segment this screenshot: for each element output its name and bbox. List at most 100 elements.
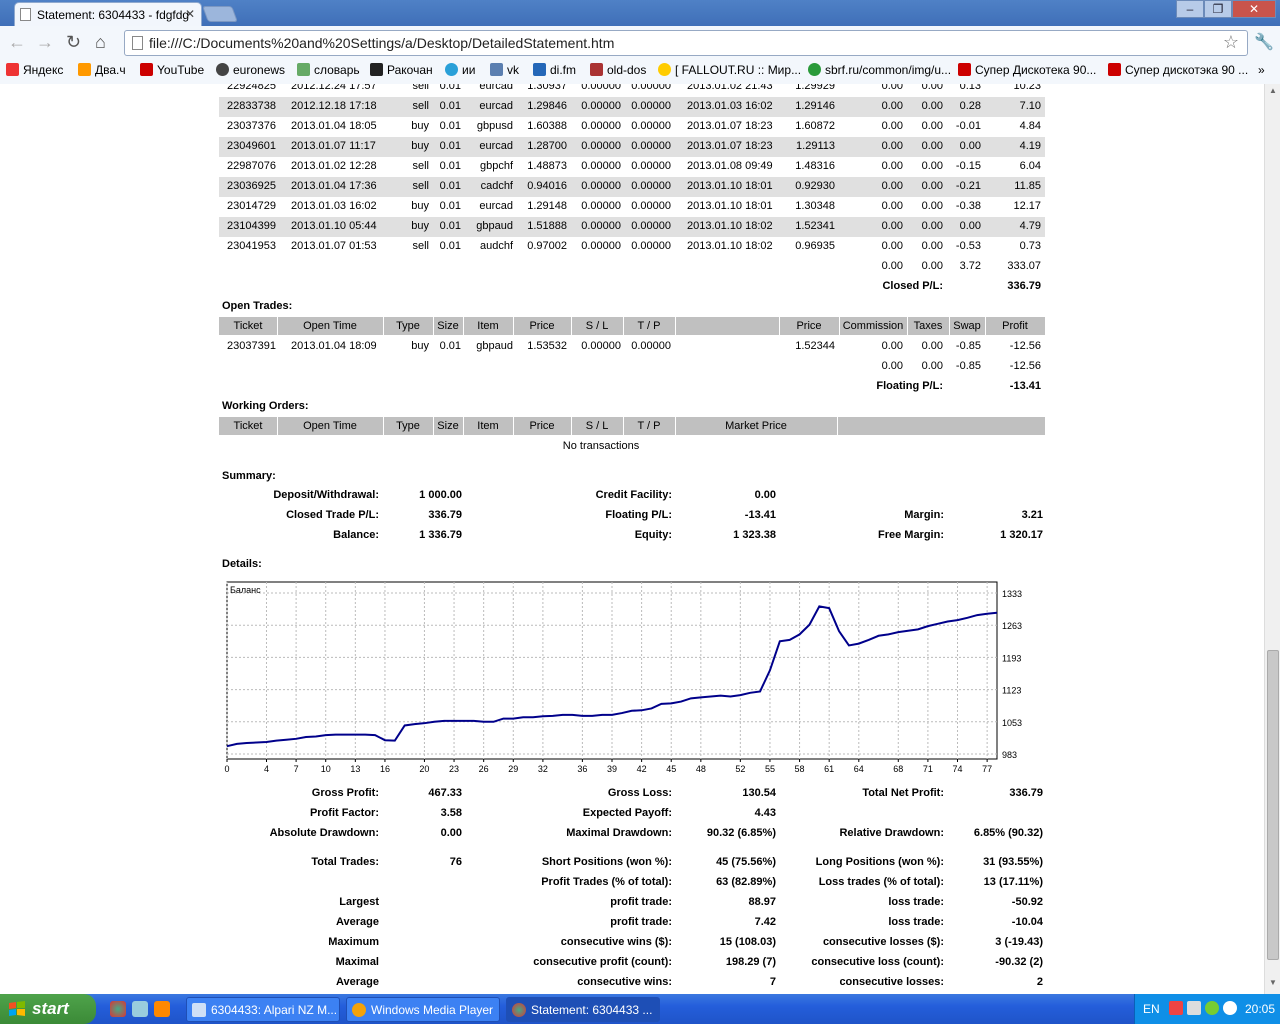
winamp-icon[interactable] [154, 1001, 170, 1017]
address-bar[interactable]: file:///C:/Documents%20and%20Settings/a/… [124, 30, 1248, 56]
column-divider [571, 317, 572, 335]
task-statement[interactable]: Statement: 6304433 ... [506, 997, 660, 1022]
language-indicator[interactable]: EN [1143, 1002, 1160, 1016]
profit-factor-label: Profit Factor: [309, 807, 379, 819]
table-row: 23104399 2013.01.10 05:44 buy 0.01 gbpaud 1.5… [219, 217, 1045, 237]
tab-statement[interactable]: Statement: 6304433 - fdgfdg ✕ [14, 2, 202, 26]
x-tick-label: 36 [577, 764, 587, 774]
column-header: Price [796, 320, 822, 332]
floating-pl-label: Floating P/L: [605, 509, 672, 521]
x-tick-label: 74 [953, 764, 963, 774]
bookmark-item[interactable]: di.fm [533, 63, 576, 77]
column-header: Profit [1002, 320, 1028, 332]
taskbar: start 6304433: Alpari NZ M... Windows Me… [0, 994, 1280, 1024]
table-cell: 1.48873 [527, 160, 567, 172]
credit-label: Credit Facility: [595, 489, 672, 501]
task-media-player[interactable]: Windows Media Player [346, 997, 500, 1022]
column-divider [623, 317, 624, 335]
table-cell: sell [412, 240, 429, 252]
table-cell: 0.00 [881, 120, 903, 132]
column-header: Item [477, 420, 499, 432]
table-row: 22833738 2012.12.18 17:18 sell 0.01 eurcad 1.… [219, 97, 1045, 117]
bookmark-item[interactable]: euronews [216, 63, 285, 77]
deposit-value: 1 000.00 [419, 489, 462, 501]
maximal-drawdown-value: 90.32 (6.85%) [706, 827, 776, 839]
bookmark-item[interactable]: Супер дискотэка 90 ... [1108, 63, 1248, 77]
table-cell: eurcad [479, 140, 513, 152]
bookmark-item[interactable]: Яндекс [6, 63, 63, 77]
table-cell: 0.00 [921, 220, 943, 232]
profit-trades-value: 63 (82.89%) [716, 876, 776, 888]
bookmark-item[interactable]: [ FALLOUT.RU :: Мир... [658, 63, 801, 77]
bookmark-item[interactable]: sbrf.ru/common/img/u... [808, 63, 951, 77]
largest-profit-label: profit trade: [610, 896, 672, 908]
scroll-down-icon[interactable]: ▼ [1267, 978, 1279, 992]
chrome-icon[interactable] [110, 1001, 126, 1017]
table-cell: 0.00000 [631, 140, 671, 152]
close-tab-icon[interactable]: ✕ [185, 7, 195, 21]
x-tick-label: 68 [893, 764, 903, 774]
chrome-icon [512, 1003, 526, 1017]
bookmark-item[interactable]: YouTube [140, 63, 204, 77]
bookmark-item[interactable]: Два.ч [78, 63, 126, 77]
table-cell: 2013.01.10 18:02 [687, 240, 773, 252]
reload-icon[interactable]: ↻ [66, 32, 81, 53]
free-margin-label: Free Margin: [877, 529, 944, 541]
table-cell: -0.21 [955, 180, 981, 192]
y-tick-label: 1333 [1002, 589, 1022, 599]
table-cell: buy [411, 140, 429, 152]
tray-app-icon[interactable] [1205, 1001, 1219, 1015]
network-icon[interactable] [1187, 1001, 1201, 1015]
table-row: 23049601 2013.01.07 11:17 buy 0.01 eurcad 1.2… [219, 137, 1045, 157]
more-bookmarks-icon[interactable]: » [1258, 63, 1265, 77]
home-icon[interactable]: ⌂ [95, 32, 106, 53]
bookmark-item[interactable]: old-dos [590, 63, 646, 77]
column-divider [277, 417, 278, 435]
bookmark-star-icon[interactable]: ☆ [1223, 32, 1239, 53]
download-icon[interactable] [1223, 1001, 1237, 1015]
forward-arrow-icon[interactable]: → [36, 32, 54, 53]
table-cell: audchf [479, 240, 513, 252]
bookmark-item[interactable]: Супер Дискотека 90... [958, 63, 1096, 77]
start-button[interactable]: start [0, 994, 96, 1024]
table-cell: 2013.01.07 01:53 [291, 240, 377, 252]
table-cell: 0.00000 [581, 120, 621, 132]
table-cell: 1.28700 [527, 140, 567, 152]
total-net-profit-label: Total Net Profit: [862, 787, 944, 799]
ii-icon [445, 63, 458, 76]
total-trades-value: 76 [449, 856, 462, 868]
gross-profit-value: 467.33 [428, 787, 462, 799]
table-row: 23037376 2013.01.04 18:05 buy 0.01 gbpusd 1.6… [219, 117, 1045, 137]
bookmark-item[interactable]: ии [445, 63, 475, 77]
system-tray: EN 20:05 [1134, 994, 1280, 1024]
media-player-icon [352, 1003, 366, 1017]
tray-app-icon[interactable] [1169, 1001, 1183, 1015]
maximal-drawdown-label: Maximal Drawdown: [566, 827, 672, 839]
bookmark-item[interactable]: Ракочан [370, 63, 433, 77]
ie-icon[interactable] [132, 1001, 148, 1017]
close-window-icon[interactable]: ✕ [1232, 0, 1276, 18]
scroll-up-icon[interactable]: ▲ [1267, 86, 1279, 100]
table-cell: 1.51888 [527, 220, 567, 232]
table-cell: -0.01 [955, 120, 981, 132]
scroll-thumb[interactable] [1267, 650, 1279, 960]
vertical-scrollbar[interactable]: ▲ ▼ [1264, 84, 1280, 994]
back-arrow-icon[interactable]: ← [8, 32, 26, 53]
table-cell: 2013.01.10 05:44 [291, 220, 377, 232]
deposit-label: Deposit/Withdrawal: [273, 489, 379, 501]
x-tick-label: 71 [923, 764, 933, 774]
minimize-icon[interactable]: – [1176, 0, 1204, 18]
task-alpari[interactable]: 6304433: Alpari NZ M... [186, 997, 340, 1022]
total-cell: 0.00 [881, 260, 903, 272]
table-cell: 0.01 [439, 340, 461, 352]
new-tab-button[interactable] [202, 6, 238, 22]
old-dos-icon [590, 63, 603, 76]
table-cell: 11.85 [1014, 180, 1041, 192]
restore-icon[interactable]: ❐ [1204, 0, 1232, 18]
bookmark-item[interactable]: словарь [297, 63, 360, 77]
wrench-icon[interactable]: 🔧 [1254, 32, 1274, 52]
maximum-loss-value: 3 (-19.43) [995, 936, 1043, 948]
bookmark-item[interactable]: vk [490, 63, 519, 77]
chart-title: Баланс [230, 585, 261, 595]
table-cell: 2013.01.04 18:09 [291, 340, 377, 352]
